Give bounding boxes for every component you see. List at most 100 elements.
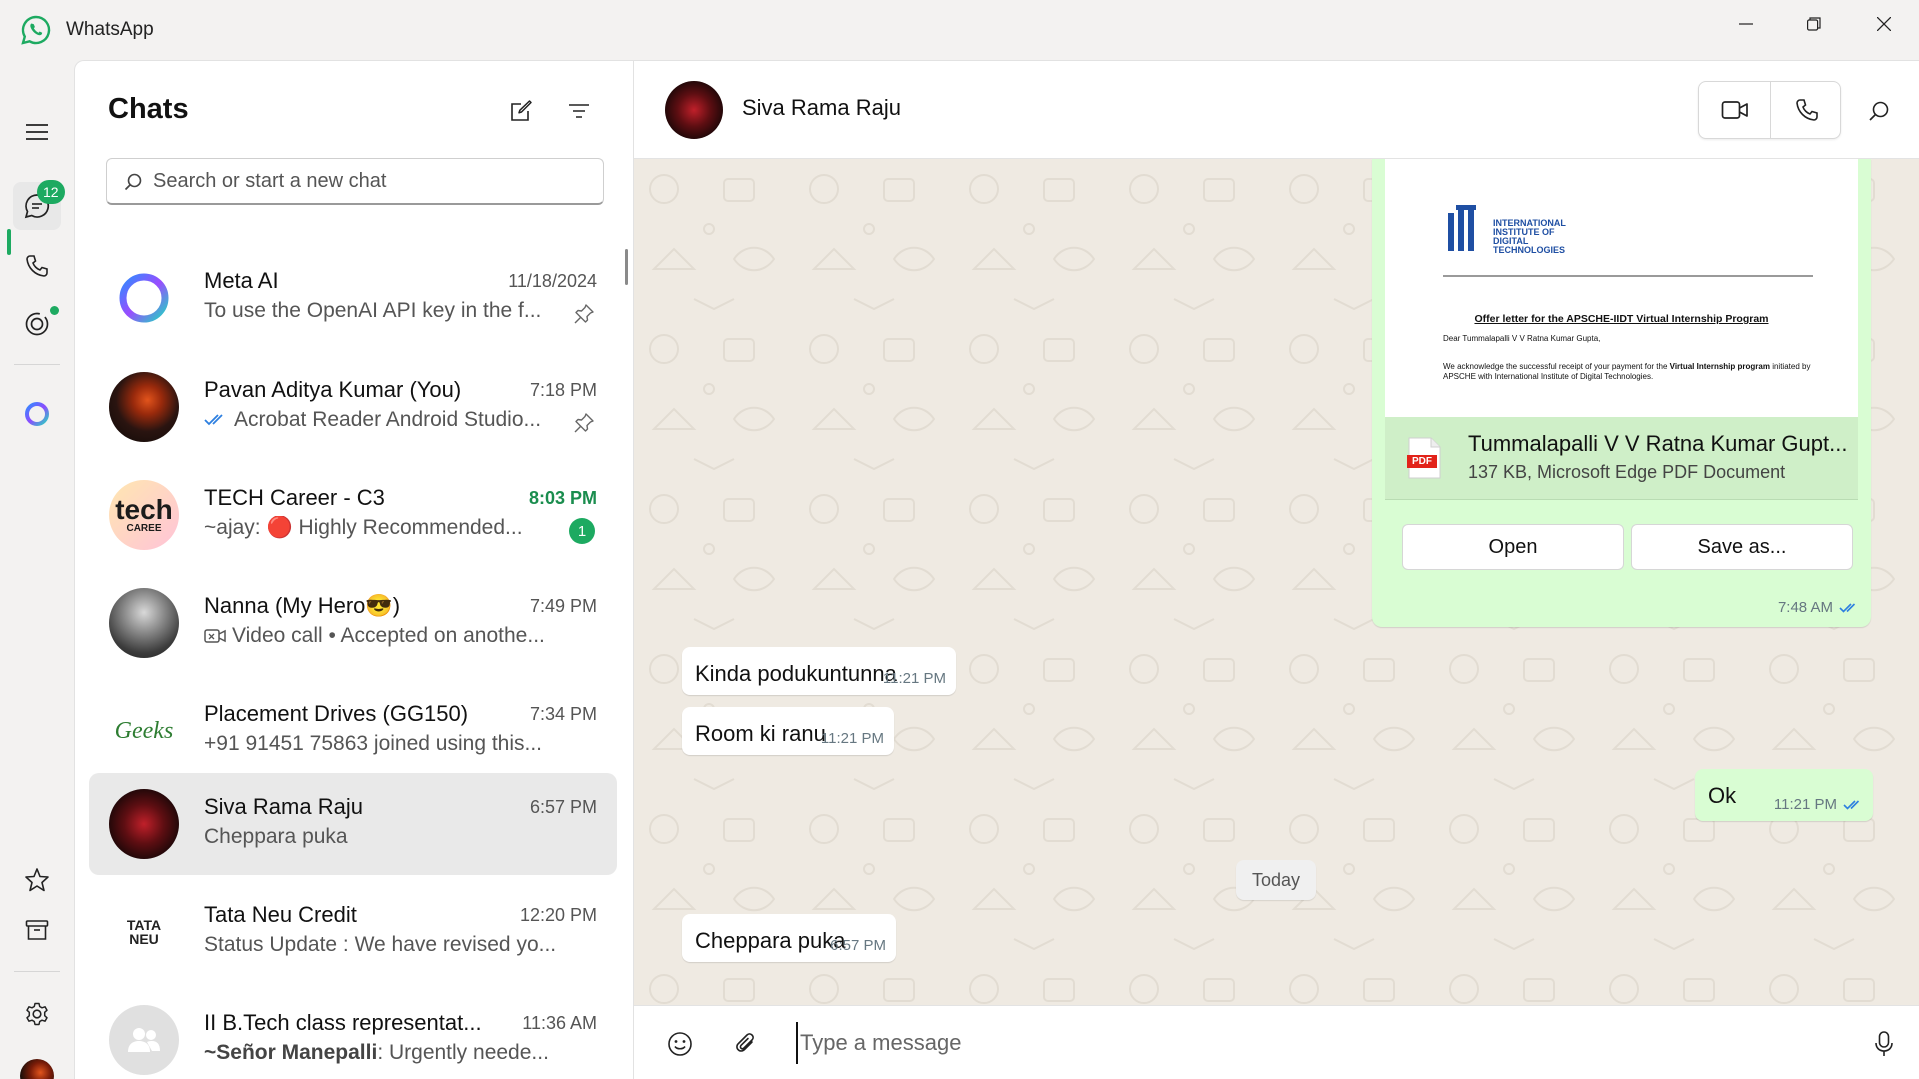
- search-box[interactable]: [106, 158, 604, 205]
- filter-icon: [569, 104, 589, 118]
- filter-button[interactable]: [559, 91, 599, 131]
- message-time-text: 7:48 AM: [1777, 599, 1833, 616]
- avatar: [109, 789, 179, 859]
- phone-icon: [26, 255, 48, 277]
- contact-name[interactable]: Siva Rama Raju: [742, 95, 901, 121]
- contact-avatar[interactable]: [665, 81, 723, 139]
- avatar: [109, 263, 179, 333]
- document-info[interactable]: PDF Tummalapalli V V Ratna Kumar Gupt...…: [1385, 417, 1858, 499]
- voice-call-button[interactable]: [1771, 82, 1842, 138]
- chat-item-pavan[interactable]: Pavan Aditya Kumar (You) 7:18 PM Acrobat…: [89, 356, 617, 458]
- chat-item-siva-rama-raju[interactable]: Siva Rama Raju 6:57 PM Cheppara puka: [89, 773, 617, 875]
- logo-line: TECHNOLOGIES: [1493, 245, 1566, 255]
- avatar: Geeks: [109, 696, 179, 766]
- minimize-button[interactable]: [1712, 0, 1780, 48]
- profile-avatar: [20, 1059, 54, 1079]
- gear-icon: [26, 1002, 48, 1026]
- chat-name: Placement Drives (GG150): [204, 701, 469, 726]
- app-title: WhatsApp: [66, 19, 154, 40]
- incoming-message[interactable]: Kinda podukuntunna 11:21 PM: [682, 647, 956, 695]
- chat-list-panel: Chats Meta AI 11/18/2024 To use the Open…: [74, 60, 634, 1079]
- document-preview[interactable]: INTERNATIONAL INSTITUTE OF DIGITAL TECHN…: [1385, 159, 1858, 417]
- chat-item-meta-ai[interactable]: Meta AI 11/18/2024 To use the OpenAI API…: [89, 247, 617, 349]
- avatar-logo-text: Geeks: [114, 717, 174, 744]
- chat-preview-text: : Urgently neede...: [377, 1041, 549, 1064]
- chat-preview-text: Video call • Accepted on anothe...: [232, 624, 545, 647]
- chat-time: 11/18/2024: [508, 271, 597, 291]
- letter-body-bold: Virtual Internship: [1669, 362, 1736, 371]
- chat-item-placement-drives[interactable]: Geeks Placement Drives (GG150) 7:34 PM +…: [89, 680, 617, 782]
- voice-message-button[interactable]: [1868, 1028, 1900, 1060]
- pdf-file-icon: PDF: [1407, 437, 1441, 479]
- chat-item-nanna[interactable]: Nanna (My Hero😎) 7:49 PM Video call • Ac…: [89, 572, 617, 674]
- minimize-icon: [1739, 23, 1753, 25]
- conversation-panel: Siva Rama Raju INTERNATIONAL INSTITUTE O…: [634, 60, 1919, 1079]
- chat-time: 7:18 PM: [529, 380, 597, 400]
- chat-item-tech-career[interactable]: tech CAREE TECH Career - C3 8:03 PM ~aja…: [89, 464, 617, 566]
- chat-preview-text: ~ajay: 🔴 Highly Recommended...: [204, 516, 523, 539]
- avatar-logo-text: tech: [115, 493, 173, 525]
- archived-nav-button[interactable]: [13, 906, 61, 954]
- search-icon: [1869, 101, 1889, 121]
- save-as-button[interactable]: Save as...: [1631, 524, 1853, 570]
- search-input[interactable]: [153, 159, 593, 203]
- active-indicator: [7, 229, 11, 255]
- search-in-chat-button[interactable]: [1859, 91, 1899, 131]
- attach-button[interactable]: [730, 1028, 762, 1060]
- hamburger-menu-icon: [26, 124, 48, 140]
- avatar-logo-subtext: CAREE: [126, 522, 162, 534]
- profile-button[interactable]: [13, 1052, 61, 1079]
- emoji-icon: [668, 1032, 692, 1056]
- letter-greeting: Dear Tummalapalli V V Ratna Kumar Gupta,: [1443, 334, 1601, 343]
- avatar: [109, 372, 179, 442]
- group-icon: [128, 1028, 160, 1052]
- status-nav-button[interactable]: [13, 300, 61, 348]
- meta-ai-icon: [25, 402, 49, 426]
- incoming-message[interactable]: Room ki ranu 11:21 PM: [682, 707, 894, 755]
- emoji-button[interactable]: [664, 1028, 696, 1060]
- settings-nav-button[interactable]: [13, 990, 61, 1038]
- menu-button[interactable]: [13, 108, 61, 156]
- chat-list-scrollbar[interactable]: [625, 249, 628, 285]
- title-bar: WhatsApp: [0, 0, 1919, 60]
- message-composer: [634, 1005, 1919, 1079]
- chat-preview: Video call • Accepted on anothe...: [204, 624, 564, 648]
- chat-time: 7:49 PM: [529, 596, 597, 616]
- message-time: 7:48 AM: [1778, 599, 1859, 616]
- iidt-logo-icon: [1448, 205, 1476, 251]
- incoming-message[interactable]: Cheppara puka 6:57 PM: [682, 914, 896, 962]
- chat-name: Tata Neu Credit: [204, 902, 357, 927]
- close-window-button[interactable]: [1850, 0, 1918, 48]
- starred-nav-button[interactable]: [13, 856, 61, 904]
- message-time-text: 6:57 PM: [830, 937, 886, 954]
- chat-name: II B.Tech class representat...: [204, 1010, 482, 1035]
- meta-ai-nav-button[interactable]: [13, 390, 61, 438]
- new-chat-icon: [511, 100, 532, 121]
- chat-name: TECH Career - C3: [204, 485, 385, 510]
- message-text: Cheppara puka: [695, 928, 846, 953]
- document-file-meta: 137 KB, Microsoft Edge PDF Document: [1468, 462, 1786, 482]
- letter-body-text: We acknowledge the successful receipt of…: [1443, 362, 1670, 371]
- chat-time: 12:20 PM: [519, 905, 597, 925]
- outgoing-message[interactable]: Ok 11:21 PM: [1695, 769, 1873, 821]
- message-time: 11:21 PM: [1774, 796, 1863, 813]
- chats-nav-button[interactable]: 12: [13, 180, 65, 230]
- new-chat-button[interactable]: [501, 91, 541, 131]
- chat-item-btech-class[interactable]: II B.Tech class representat... 11:36 AM …: [89, 989, 617, 1079]
- video-call-button[interactable]: [1699, 82, 1770, 138]
- message-time-text: 11:21 PM: [882, 670, 946, 687]
- chat-item-tata-neu[interactable]: TATA NEU Tata Neu Credit 12:20 PM Status…: [89, 881, 617, 983]
- open-document-button[interactable]: Open: [1402, 524, 1624, 570]
- document-file-name: Tummalapalli V V Ratna Kumar Gupt...: [1468, 431, 1848, 456]
- iidt-logo-text: INTERNATIONAL INSTITUTE OF DIGITAL TECHN…: [1493, 219, 1566, 255]
- paperclip-icon: [736, 1033, 754, 1052]
- letter-body-bold: program: [1737, 362, 1770, 371]
- message-input[interactable]: [796, 1022, 1796, 1064]
- whatsapp-logo-icon: [21, 15, 51, 45]
- message-time-text: 11:21 PM: [820, 730, 884, 747]
- calls-nav-button[interactable]: [13, 242, 61, 290]
- letter-title: Offer letter for the APSCHE-IIDT Virtual…: [1474, 313, 1769, 325]
- chat-name: Pavan Aditya Kumar (You): [204, 377, 462, 402]
- restore-button[interactable]: [1780, 0, 1848, 48]
- message-time: 6:57 PM: [830, 937, 886, 954]
